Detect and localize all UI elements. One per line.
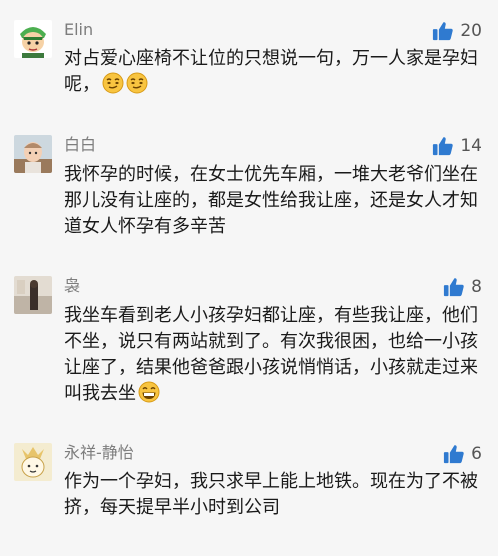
comment-text: 我怀孕的时候，在女士优先车厢，一堆大老爷们坐在那儿没有让座的，都是女性给我让座，… bbox=[64, 162, 478, 240]
like-count: 20 bbox=[460, 21, 482, 41]
like-button[interactable]: 8 bbox=[443, 276, 482, 298]
username[interactable]: Elin bbox=[64, 20, 93, 40]
user-avatar[interactable] bbox=[14, 135, 52, 173]
smirk-emoji-icon bbox=[102, 72, 124, 102]
like-button[interactable]: 14 bbox=[432, 135, 482, 157]
like-button[interactable]: 6 bbox=[443, 443, 482, 465]
username[interactable]: 白白 bbox=[64, 135, 96, 155]
thumbs-up-icon bbox=[433, 22, 454, 41]
username[interactable]: 永祥-静怡 bbox=[64, 443, 134, 463]
smirk-emoji-icon bbox=[126, 72, 148, 102]
thumbs-up-icon bbox=[444, 445, 464, 464]
cartoon-avatar-icon bbox=[14, 443, 52, 481]
comment-list: Elin 20 对占爱心座椅不让位的只想说一句，万一人家是孕妇呢， 白白 14 … bbox=[0, 0, 498, 556]
comment-text: 对占爱心座椅不让位的只想说一句，万一人家是孕妇呢， bbox=[64, 46, 478, 102]
thumbs-up-icon bbox=[444, 278, 464, 297]
comment-body: 我怀孕的时候，在女士优先车厢，一堆大老爷们坐在那儿没有让座的，都是女性给我让座，… bbox=[64, 164, 478, 237]
like-count: 8 bbox=[471, 277, 482, 297]
username[interactable]: 袅 bbox=[64, 276, 80, 296]
photo-avatar-icon bbox=[14, 276, 52, 314]
thumbs-up-icon bbox=[433, 137, 454, 156]
comment-text: 我坐车看到老人小孩孕妇都让座，有些我让座，他们不坐，说只有两站就到了。有次我很困… bbox=[64, 303, 478, 411]
comment-body: 我坐车看到老人小孩孕妇都让座，有些我让座，他们不坐，说只有两站就到了。有次我很困… bbox=[64, 305, 478, 404]
user-avatar[interactable] bbox=[14, 276, 52, 314]
user-avatar[interactable] bbox=[14, 20, 52, 58]
baby-avatar-icon bbox=[14, 135, 52, 173]
like-button[interactable]: 20 bbox=[432, 20, 482, 42]
comment-body: 作为一个孕妇，我只求早上能上地铁。现在为了不被挤，每天提早半小时到公司 bbox=[64, 471, 478, 518]
user-avatar[interactable] bbox=[14, 443, 52, 481]
grin-emoji-icon bbox=[138, 381, 160, 411]
like-count: 6 bbox=[471, 444, 482, 464]
zoro-avatar-icon bbox=[14, 20, 52, 58]
comment-text: 作为一个孕妇，我只求早上能上地铁。现在为了不被挤，每天提早半小时到公司 bbox=[64, 469, 478, 521]
like-count: 14 bbox=[460, 136, 482, 156]
